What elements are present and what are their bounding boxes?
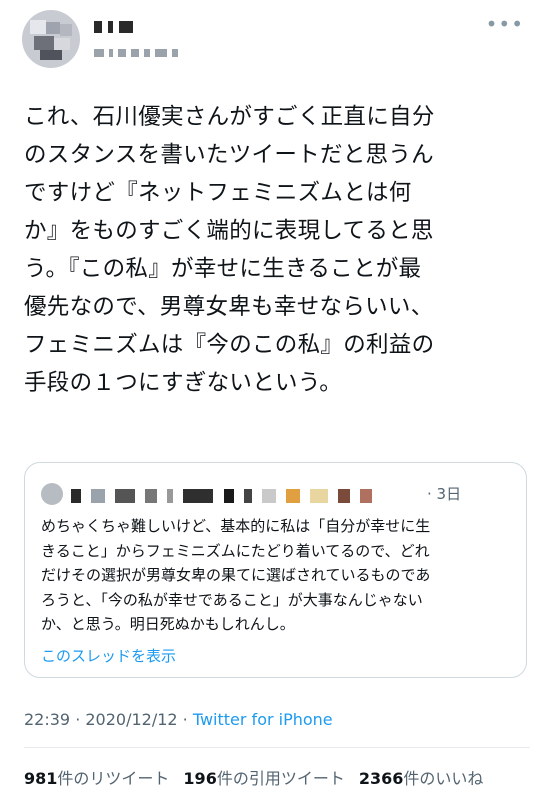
tweet-metadata: 22:39 · 2020/12/12 · Twitter for iPhone [24,710,333,729]
retweets-stat[interactable]: 981件のリツイート [24,769,169,788]
quotes-stat[interactable]: 196件の引用ツイート [183,769,344,788]
quoted-tweet-time[interactable]: · 3日 [427,483,461,504]
quoted-tweet-text: めちゃくちゃ難しいけど、基本的に私は「自分が幸せに生 きること」からフェミニズム… [41,517,431,633]
quoted-author-name [71,485,377,503]
tweet-timestamp[interactable]: 22:39 · 2020/12/12 · [24,710,193,729]
likes-label: 件のいいね [403,769,484,788]
retweets-count: 981 [24,769,58,788]
tweet-stats: 981件のリツイート 196件の引用ツイート 2366件のいいね [24,765,483,789]
author-handle[interactable] [94,42,183,61]
show-thread-link[interactable]: このスレッドを表示 [41,645,176,666]
quoted-tweet[interactable]: · 3日 めちゃくちゃ難しいけど、基本的に私は「自分が幸せに生 きること」からフ… [24,462,527,678]
tweet-text: これ、石川優実さんがすごく正直に自分 のスタンスを書いたツイートだと思うん です… [24,104,435,396]
likes-count: 2366 [358,769,404,788]
author-avatar[interactable] [22,10,80,68]
quoted-author-avatar [41,483,63,505]
author-display-name[interactable] [94,18,139,33]
tweet-client-link[interactable]: Twitter for iPhone [193,710,333,729]
more-options-icon[interactable]: ••• [486,14,524,34]
quotes-count: 196 [183,769,217,788]
tweet-header: ••• [0,0,550,90]
retweets-label: 件のリツイート [57,769,170,788]
likes-stat[interactable]: 2366件のいいね [359,769,484,788]
divider [24,747,530,748]
quotes-label: 件の引用ツイート [216,769,345,788]
